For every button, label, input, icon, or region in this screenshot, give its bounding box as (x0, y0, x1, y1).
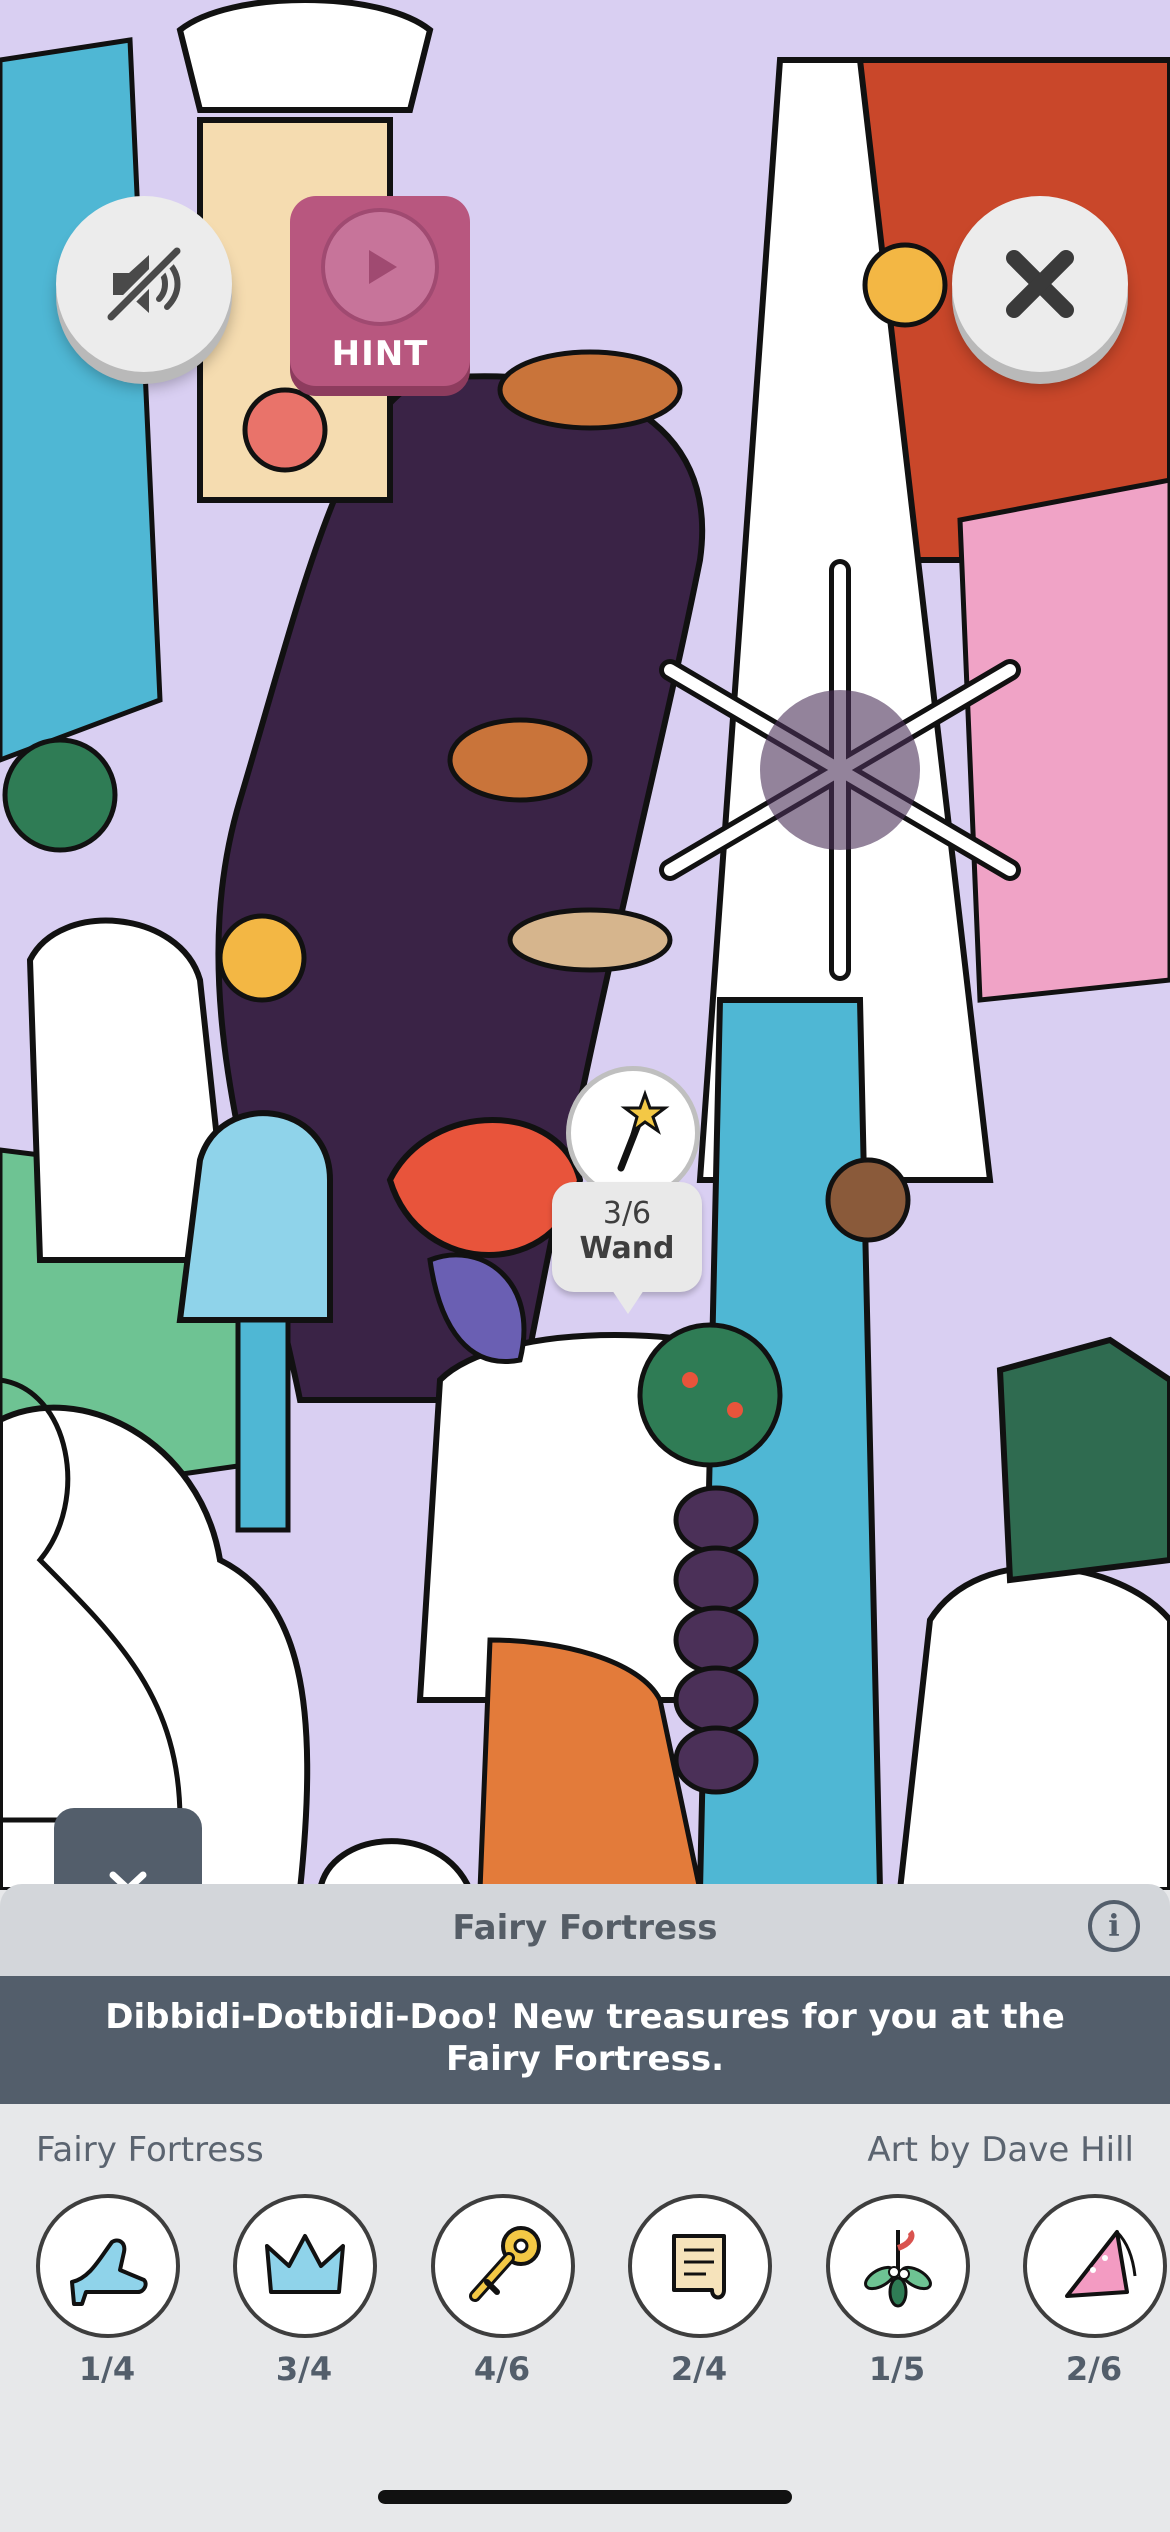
close-button[interactable] (952, 196, 1128, 372)
mute-button[interactable] (56, 196, 232, 372)
fairy-hat-icon (1065, 2230, 1137, 2298)
item-count: 4/6 (473, 2350, 531, 2388)
mistletoe-icon (864, 2229, 932, 2308)
item-mistletoe[interactable]: 1/5 (826, 2194, 970, 2388)
glass-slipper-icon (70, 2238, 148, 2306)
panel-title: Fairy Fortress (452, 1908, 718, 1948)
crown-icon (265, 2234, 345, 2294)
speaker-muted-icon (104, 244, 184, 324)
scene-name-label: Fairy Fortress (36, 2130, 264, 2170)
home-indicator[interactable] (378, 2490, 792, 2504)
found-item-name: Wand (579, 1231, 675, 1266)
wand-icon (617, 1089, 670, 1172)
item-count: 3/4 (275, 2350, 333, 2388)
close-icon (1006, 250, 1074, 318)
key-icon (469, 2226, 541, 2302)
item-count: 2/6 (1065, 2350, 1123, 2388)
items-tray: Fairy Fortress Art by Dave Hill 1/4 3/4 (0, 2104, 1170, 2532)
item-key[interactable]: 4/6 (431, 2194, 575, 2388)
item-scroll[interactable]: 2/4 (628, 2194, 772, 2388)
item-crown[interactable]: 3/4 (233, 2194, 377, 2388)
announcement-banner: Dibbidi-Dotbidi-Doo! New treasures for y… (0, 1976, 1170, 2104)
scroll-icon (672, 2234, 726, 2300)
hint-button[interactable]: HINT (290, 196, 470, 386)
item-count: 1/5 (868, 2350, 926, 2388)
found-item-marker (566, 1066, 700, 1200)
hint-label: HINT (331, 334, 429, 374)
panel-header: Fairy Fortress i (0, 1884, 1170, 1976)
info-icon[interactable]: i (1088, 1900, 1140, 1952)
item-count: 1/4 (78, 2350, 136, 2388)
found-item-tooltip: 3/6 Wand (552, 1182, 702, 1314)
item-count: 2/4 (670, 2350, 728, 2388)
play-icon (321, 208, 439, 326)
found-item-count: 3/6 (602, 1196, 652, 1231)
item-fairy-hat[interactable]: 2/6 (1023, 2194, 1167, 2388)
item-glass-slipper[interactable]: 1/4 (36, 2194, 180, 2388)
artist-credit: Art by Dave Hill (867, 2130, 1134, 2170)
